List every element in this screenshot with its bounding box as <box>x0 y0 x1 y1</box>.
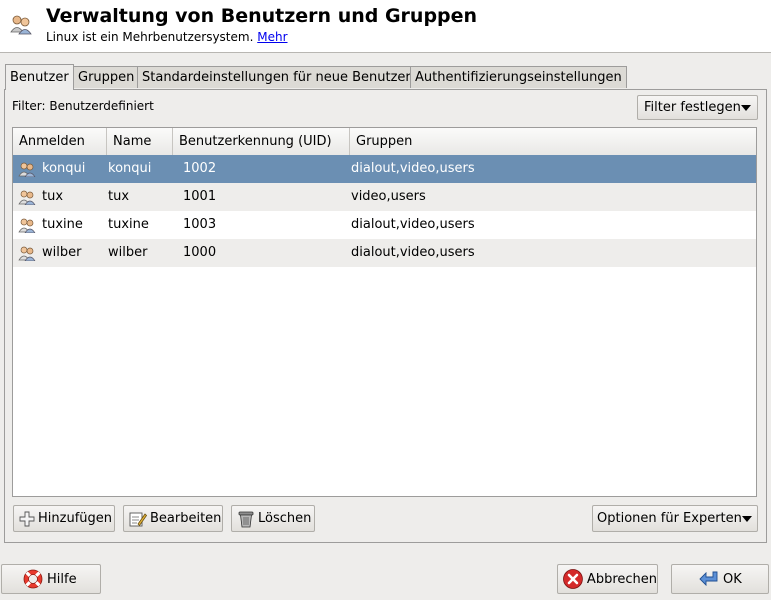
table-header: Anmelden Name Benutzerkennung (UID) Grup… <box>13 128 756 156</box>
user-icon <box>18 190 36 205</box>
filter-button-label: Filter festlegen <box>644 100 741 115</box>
tab-authentifizierung[interactable]: Authentifizierungseinstellungen <box>410 66 627 88</box>
user-icon <box>18 162 36 177</box>
delete-button[interactable]: Löschen <box>231 505 315 532</box>
cancel-button[interactable]: Abbrechen <box>557 564 658 594</box>
users-table[interactable]: Anmelden Name Benutzerkennung (UID) Grup… <box>12 127 757 497</box>
tab-standardeinstellungen[interactable]: Standardeinstellungen für neue Benutzer <box>137 66 416 88</box>
user-icon <box>18 218 36 233</box>
tab-gruppen[interactable]: Gruppen <box>73 66 140 88</box>
column-header-login[interactable]: Anmelden <box>13 128 107 155</box>
tab-benutzer[interactable]: Benutzer <box>5 64 74 90</box>
delete-button-label: Löschen <box>258 511 312 526</box>
tab-label: Benutzer <box>10 70 69 85</box>
add-button[interactable]: Hinzufügen <box>13 505 115 532</box>
cell-name: tuxine <box>108 217 149 232</box>
cancel-icon <box>563 569 583 589</box>
filter-button[interactable]: Filter festlegen <box>637 95 758 120</box>
chevron-down-icon <box>741 515 752 522</box>
cell-login: wilber <box>42 245 82 260</box>
filter-label: Filter: Benutzerdefiniert <box>12 99 154 113</box>
more-link[interactable]: Mehr <box>257 30 287 44</box>
tab-label: Gruppen <box>78 70 135 85</box>
cell-uid: 1003 <box>183 217 217 232</box>
edit-icon <box>129 512 147 526</box>
cell-login: konqui <box>42 161 86 176</box>
add-button-label: Hinzufügen <box>38 511 112 526</box>
tab-label: Standardeinstellungen für neue Benutzer <box>142 70 411 85</box>
cell-name: wilber <box>108 245 148 260</box>
page-subtitle: Linux ist ein Mehrbenutzersystem. Mehr <box>46 30 288 44</box>
tab-label: Authentifizierungseinstellungen <box>415 70 622 85</box>
help-button[interactable]: Hilfe <box>1 564 101 594</box>
column-header-uid[interactable]: Benutzerkennung (UID) <box>173 128 350 155</box>
expert-options-label: Optionen für Experten <box>597 511 742 526</box>
cell-login: tux <box>42 189 64 204</box>
cell-groups: dialout,video,users <box>351 245 475 260</box>
cell-name: tux <box>108 189 130 204</box>
table-row[interactable]: tux tux 1001 video,users <box>13 183 756 211</box>
edit-button-label: Bearbeiten <box>150 511 222 526</box>
table-row[interactable]: tuxine tuxine 1003 dialout,video,users <box>13 211 756 239</box>
ok-arrow-icon <box>699 571 718 587</box>
lifebuoy-icon <box>23 569 43 589</box>
cell-login: tuxine <box>42 217 83 232</box>
cell-uid: 1000 <box>183 245 217 260</box>
cell-uid: 1002 <box>183 161 217 176</box>
ok-button[interactable]: OK <box>671 564 769 594</box>
expert-options-button[interactable]: Optionen für Experten <box>592 505 758 532</box>
trash-icon <box>238 511 254 527</box>
user-icon <box>18 246 36 261</box>
cell-name: konqui <box>108 161 152 176</box>
table-row[interactable]: konqui konqui 1002 dialout,video,users <box>13 155 756 183</box>
column-header-name[interactable]: Name <box>107 128 173 155</box>
users-icon <box>10 15 32 35</box>
column-header-groups[interactable]: Gruppen <box>350 128 756 155</box>
edit-button[interactable]: Bearbeiten <box>123 505 223 532</box>
page-title: Verwaltung von Benutzern und Gruppen <box>46 5 478 27</box>
table-row[interactable]: wilber wilber 1000 dialout,video,users <box>13 239 756 267</box>
cell-groups: dialout,video,users <box>351 161 475 176</box>
cell-uid: 1001 <box>183 189 217 204</box>
cancel-button-label: Abbrechen <box>586 571 657 587</box>
subtitle-text: Linux ist ein Mehrbenutzersystem. <box>46 30 254 44</box>
help-button-label: Hilfe <box>47 571 77 587</box>
plus-icon <box>19 511 35 526</box>
ok-button-label: OK <box>723 571 742 587</box>
cell-groups: dialout,video,users <box>351 217 475 232</box>
chevron-down-icon <box>741 104 751 111</box>
cell-groups: video,users <box>351 189 426 204</box>
